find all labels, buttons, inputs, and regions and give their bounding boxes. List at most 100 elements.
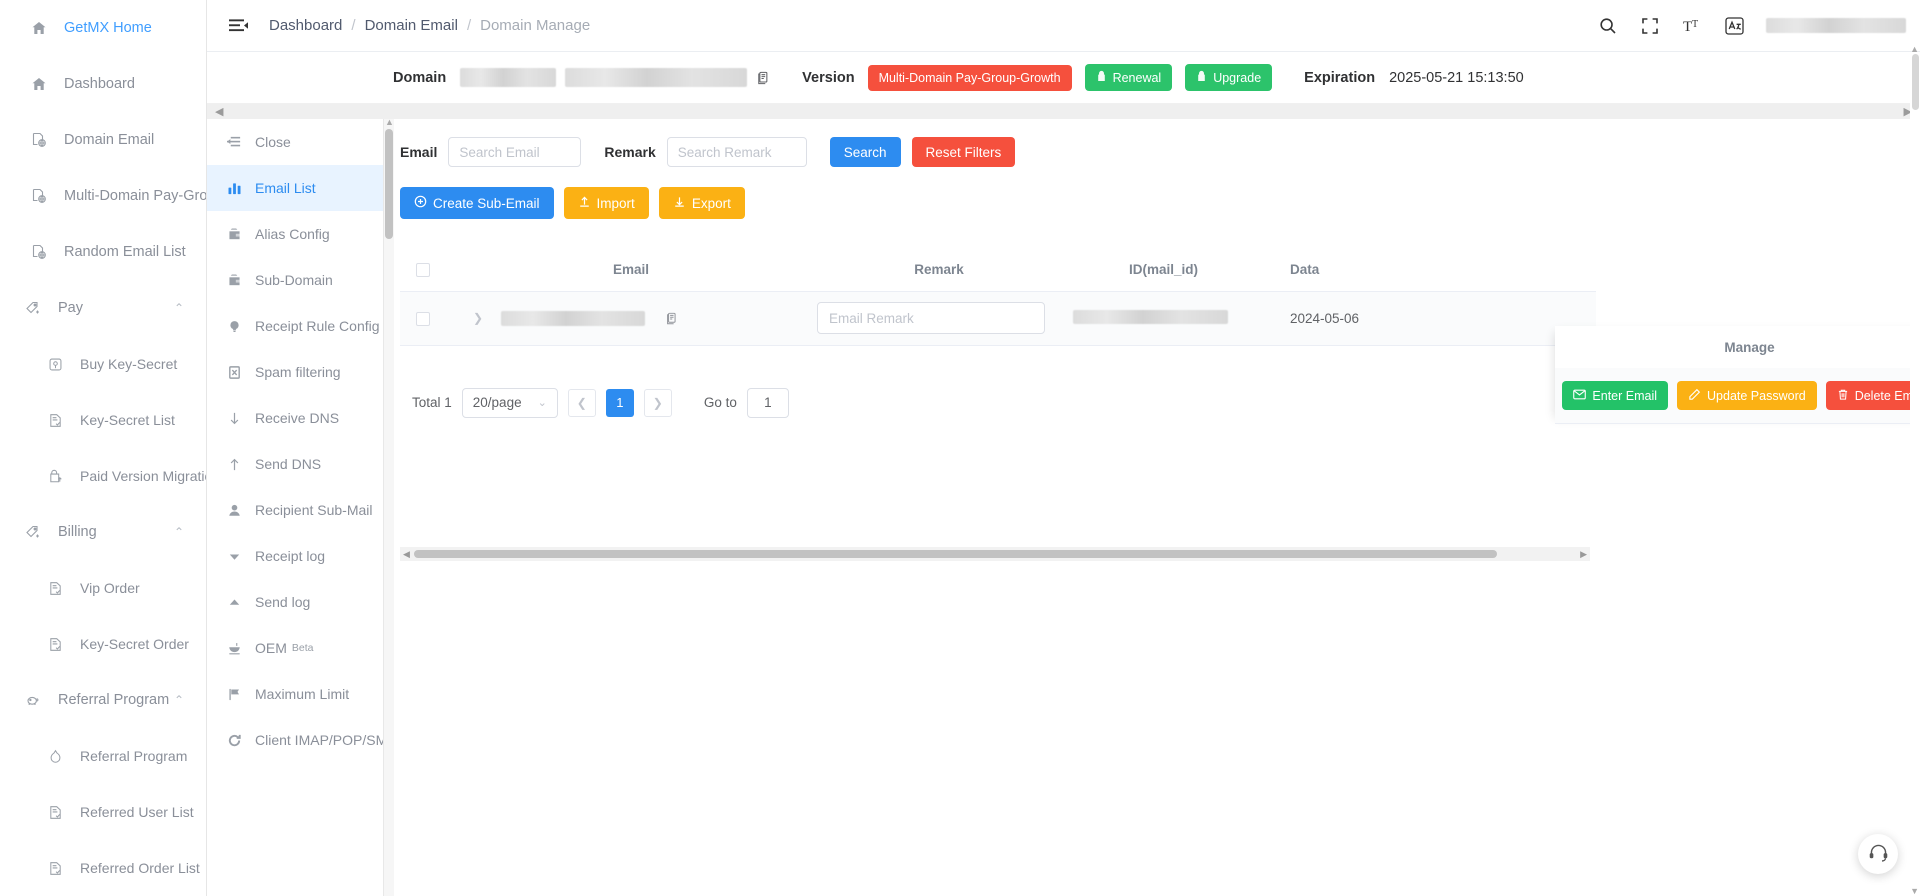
subnav-item-email-list[interactable]: Email List	[207, 165, 383, 211]
prev-page-button[interactable]: ❮	[567, 388, 596, 417]
enter-email-button[interactable]: Enter Email	[1562, 381, 1669, 410]
sidebar-item-buy-key-secret[interactable]: Buy Key-Secret	[0, 336, 206, 392]
sidebar-item-label: GetMX Home	[64, 20, 152, 36]
upgrade-button[interactable]: Upgrade	[1185, 64, 1273, 91]
subnav-item-close[interactable]: Close	[207, 119, 383, 165]
select-all-checkbox[interactable]	[415, 263, 430, 278]
breadcrumb-item-domain-email[interactable]: Domain Email	[365, 17, 458, 34]
search-email-input[interactable]	[448, 137, 582, 167]
scroll-right-arrow-icon[interactable]: ▶	[1580, 549, 1587, 560]
import-button[interactable]: Import	[563, 187, 649, 219]
hamburger-collapse-icon[interactable]	[225, 13, 251, 39]
breadcrumb-item-domain-manage: Domain Manage	[480, 17, 591, 34]
scrollbar-thumb[interactable]	[385, 129, 393, 239]
flag-icon	[225, 687, 243, 702]
delete-email-button[interactable]: Delete Email	[1825, 381, 1920, 410]
subnav-item-receipt-log[interactable]: Receipt log	[207, 533, 383, 579]
scroll-down-arrow-icon[interactable]: ▼	[1910, 886, 1919, 896]
copy-icon[interactable]	[665, 312, 678, 325]
content-vertical-scrollbar[interactable]: ▲	[384, 117, 394, 896]
page-size-select[interactable]: 20/page ⌄	[461, 387, 558, 418]
email-remark-input[interactable]	[817, 302, 1045, 334]
sidebar-item-random-email-list[interactable]: Random Email List	[0, 224, 206, 280]
mail-id-value-redacted	[1073, 309, 1228, 324]
scroll-up-arrow-icon[interactable]: ▲	[1910, 44, 1919, 54]
breadcrumb-separator: /	[351, 17, 356, 34]
goto-page-input[interactable]	[746, 387, 789, 418]
email-value-redacted	[501, 310, 646, 326]
copy-icon[interactable]	[756, 71, 770, 85]
page-number-1[interactable]: 1	[605, 388, 634, 417]
sidebar-item-label: Referral Program	[80, 748, 188, 764]
hscrollbar-thumb[interactable]	[414, 550, 1497, 558]
sidebar-group-label: Pay	[58, 300, 83, 316]
sidebar-group-pay[interactable]: Pay ⌃	[0, 280, 206, 336]
table-horizontal-scrollbar[interactable]: ◀ ▶	[400, 547, 1590, 561]
sidebar-item-multi-domain-pay-group[interactable]: Multi-Domain Pay-Group	[0, 168, 206, 224]
breadcrumb: Dashboard / Domain Email / Domain Manage	[269, 17, 590, 34]
secondary-sidebar: Close Email List Alias Config Sub-Domain…	[207, 119, 384, 896]
renewal-button[interactable]: Renewal	[1084, 64, 1173, 91]
horizontal-scroll-rail[interactable]: ◀ ▶	[207, 104, 1920, 119]
language-icon[interactable]	[1722, 14, 1746, 38]
globe-doc-icon	[28, 132, 50, 148]
chevron-down-icon: ⌄	[537, 397, 547, 409]
subnav-item-sub-domain[interactable]: Sub-Domain	[207, 257, 383, 303]
fullscreen-icon[interactable]	[1638, 14, 1662, 38]
sidebar-item-label: Buy Key-Secret	[80, 356, 178, 372]
spam-x-icon	[225, 365, 243, 380]
search-remark-input[interactable]	[666, 137, 807, 167]
subnav-item-client-imap-pop-smtp[interactable]: Client IMAP/POP/SMTP	[207, 717, 383, 763]
next-page-button[interactable]: ❯	[643, 388, 672, 417]
subnav-item-send-log[interactable]: Send log	[207, 579, 383, 625]
search-icon[interactable]	[1596, 14, 1620, 38]
sidebar-item-key-secret-order[interactable]: Key-Secret Order	[0, 616, 206, 672]
page-size-value: 20/page	[472, 395, 522, 410]
subnav-item-receive-dns[interactable]: Receive DNS	[207, 395, 383, 441]
sidebar-item-getmx-home[interactable]: GetMX Home	[0, 0, 206, 56]
create-sub-email-button[interactable]: Create Sub-Email	[400, 187, 554, 219]
sidebar-item-referral-program[interactable]: Referral Program	[0, 728, 206, 784]
bulb-icon	[225, 319, 243, 334]
reset-filters-button[interactable]: Reset Filters	[911, 137, 1016, 167]
sidebar-item-referred-order-list[interactable]: Referred Order List	[0, 840, 206, 896]
subnav-item-maximum-limit[interactable]: Maximum Limit	[207, 671, 383, 717]
update-password-button[interactable]: Update Password	[1677, 381, 1817, 410]
sidebar-group-referral-program[interactable]: Referral Program ⌃	[0, 672, 206, 728]
subnav-label: Recipient Sub-Mail	[255, 502, 373, 518]
svg-text:T: T	[1692, 19, 1698, 30]
page-scrollbar-thumb[interactable]	[1912, 54, 1919, 110]
chevron-left-icon[interactable]: ◀	[215, 105, 223, 118]
topbar-actions: T T	[1596, 14, 1906, 38]
row-mail-id-cell	[1061, 291, 1266, 346]
breadcrumb-item-dashboard[interactable]: Dashboard	[269, 17, 342, 34]
doc-check-icon	[44, 805, 66, 820]
search-button[interactable]: Search	[829, 137, 901, 167]
sidebar-item-paid-version-migration[interactable]: Paid Version Migration	[0, 448, 206, 504]
subnav-item-receipt-rule-config[interactable]: Receipt Rule Config	[207, 303, 383, 349]
row-remark-cell	[817, 291, 1061, 346]
subnav-item-alias-config[interactable]: Alias Config	[207, 211, 383, 257]
column-header-data: Data	[1266, 249, 1596, 292]
subnav-item-oem[interactable]: OEM Beta	[207, 625, 383, 671]
chevron-right-icon[interactable]: ❯	[473, 311, 483, 325]
sidebar-item-dashboard[interactable]: Dashboard	[0, 56, 206, 112]
subnav-item-recipient-sub-mail[interactable]: Recipient Sub-Mail	[207, 487, 383, 533]
sidebar-item-referred-user-list[interactable]: Referred User List	[0, 784, 206, 840]
subnav-item-spam-filtering[interactable]: Spam filtering	[207, 349, 383, 395]
account-name-redacted[interactable]	[1766, 18, 1906, 33]
row-checkbox[interactable]	[415, 311, 430, 326]
page-vertical-scrollbar[interactable]: ▲ ▼	[1910, 44, 1920, 896]
sidebar-item-domain-email[interactable]: Domain Email	[0, 112, 206, 168]
filter-bar: Email Remark Search Reset Filters	[384, 119, 1920, 167]
subnav-item-send-dns[interactable]: Send DNS	[207, 441, 383, 487]
sidebar-group-billing[interactable]: Billing ⌃	[0, 504, 206, 560]
scroll-up-arrow-icon[interactable]: ▲	[385, 117, 394, 127]
svg-text:T: T	[1683, 19, 1692, 35]
sidebar-item-key-secret-list[interactable]: Key-Secret List	[0, 392, 206, 448]
export-button[interactable]: Export	[658, 187, 745, 219]
scroll-left-arrow-icon[interactable]: ◀	[403, 549, 410, 560]
support-button[interactable]	[1858, 834, 1898, 874]
font-size-icon[interactable]: T T	[1680, 14, 1704, 38]
sidebar-item-vip-order[interactable]: Vip Order	[0, 560, 206, 616]
